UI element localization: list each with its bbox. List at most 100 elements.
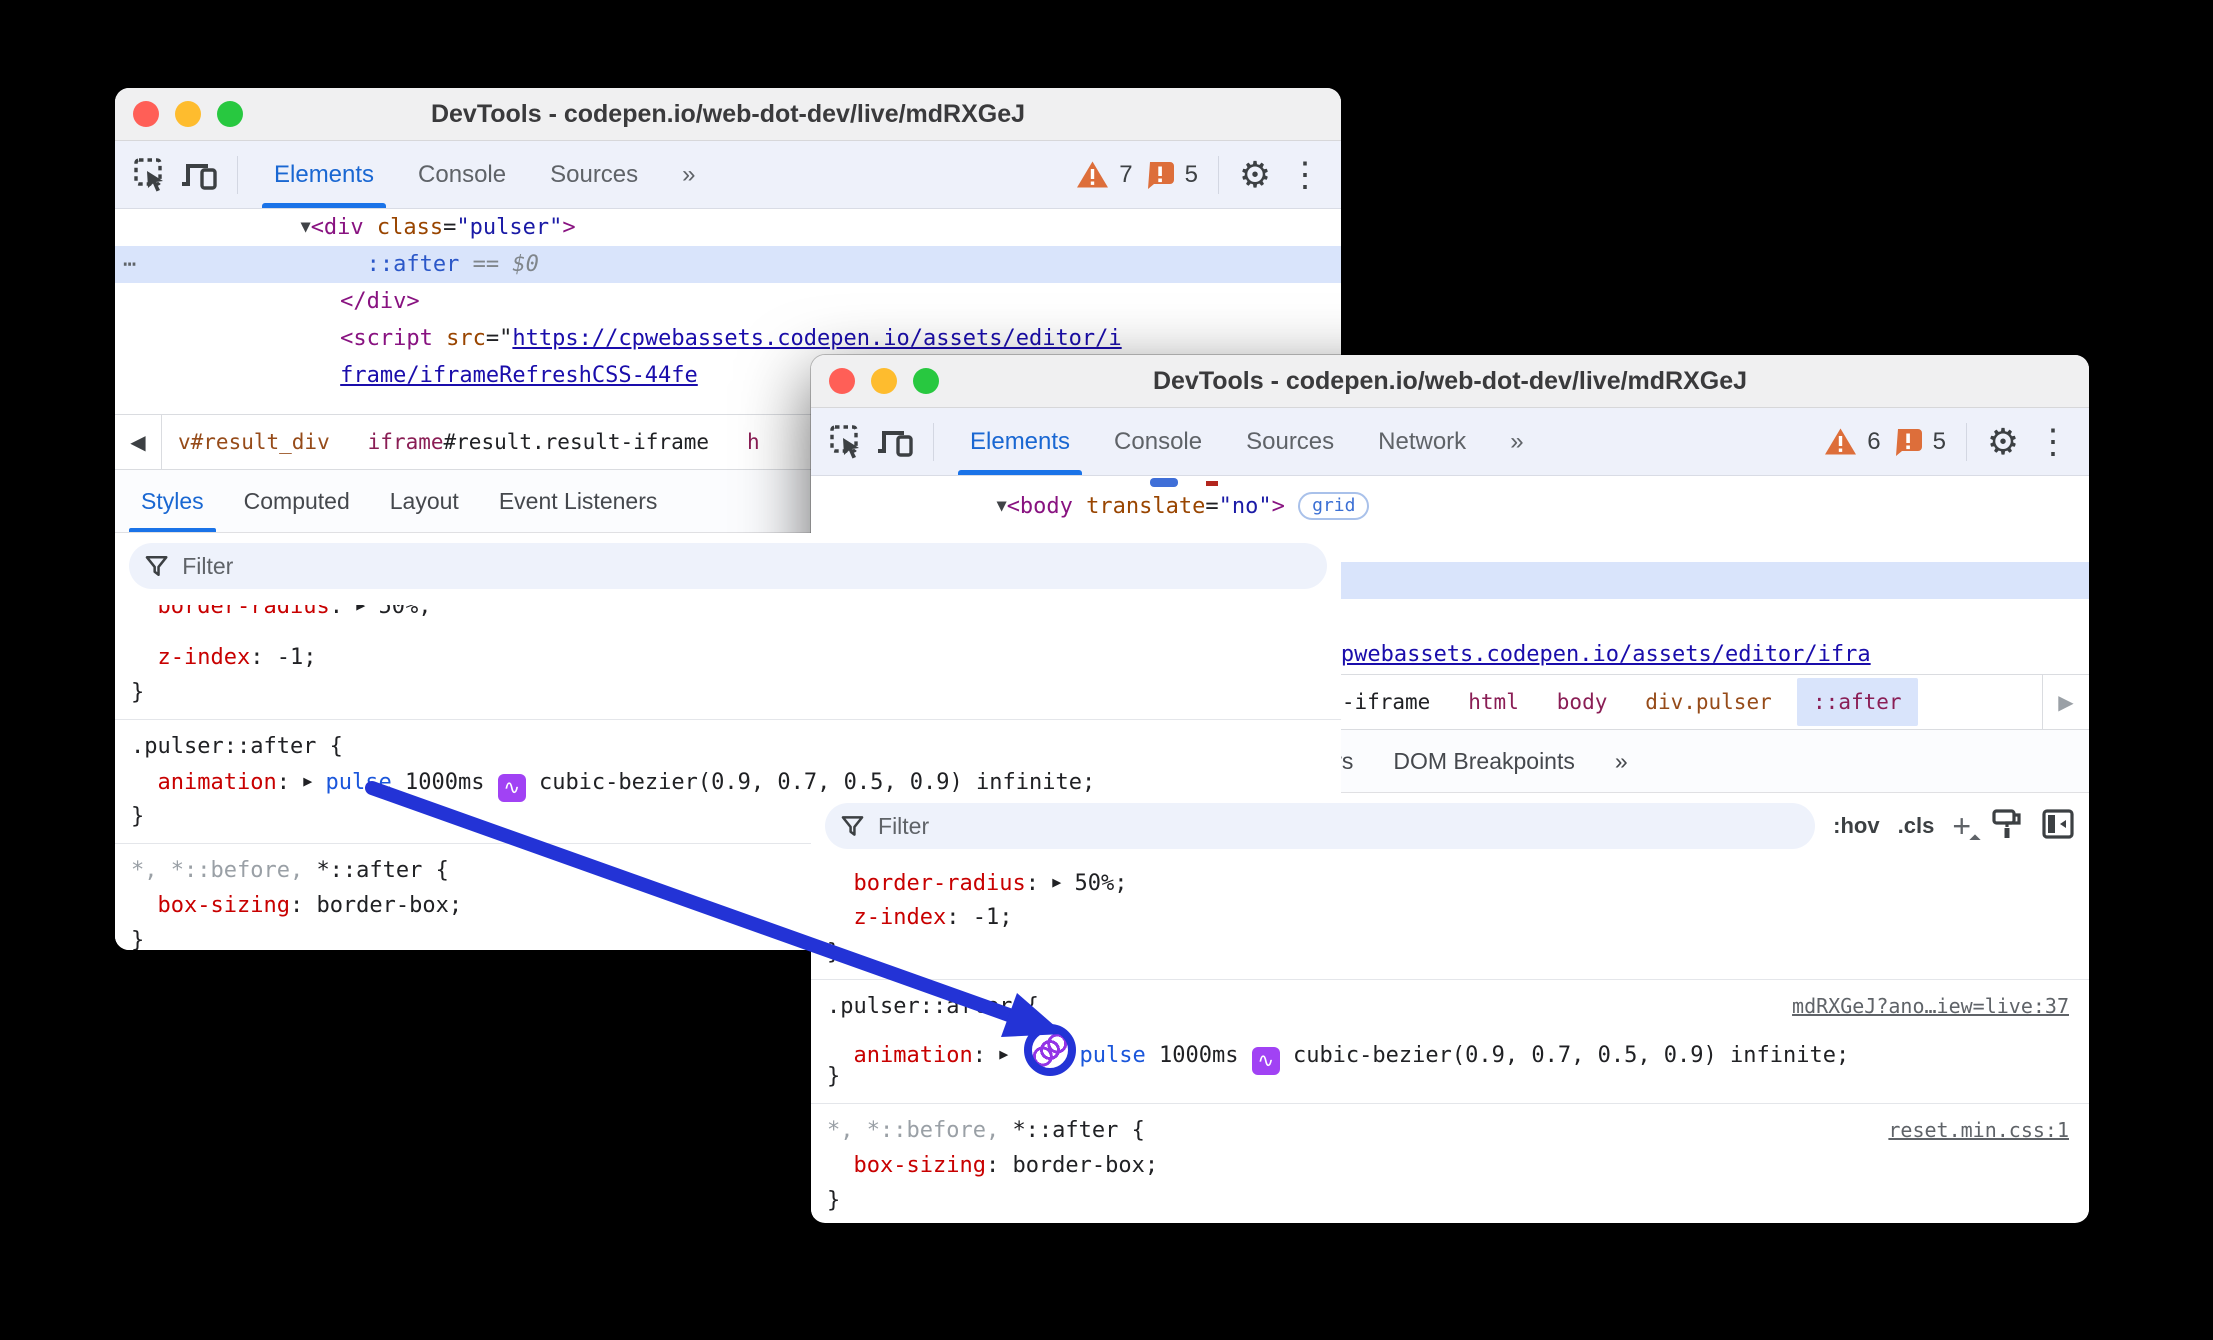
style-line-border-radius[interactable]: border-radius: ▶ 50%; xyxy=(115,605,1341,640)
warnings-badge[interactable]: 7 xyxy=(1076,160,1133,189)
style-line-border-radius[interactable]: border-radius: ▶ 50%; xyxy=(811,865,2089,900)
code-token: 1000ms xyxy=(391,770,498,795)
more-actions-icon[interactable]: ⋯ xyxy=(123,246,138,283)
toolbar-divider xyxy=(1966,422,1967,461)
more-panel-tabs[interactable]: » xyxy=(1595,730,1648,792)
style-line-close[interactable]: } xyxy=(811,1183,2089,1218)
code-token: src xyxy=(446,326,486,351)
tree-row-body[interactable]: ▼<body translate="no"> grid xyxy=(811,488,2089,525)
tab-computed[interactable]: Computed xyxy=(224,470,370,532)
style-line-animation[interactable]: animation: ▶ pulse 1000ms ∿ cubic-bezier… xyxy=(811,1024,2089,1076)
code-token: class xyxy=(376,215,444,240)
code-token: { xyxy=(316,734,343,759)
expand-triangle-icon[interactable]: ▶ xyxy=(356,605,365,614)
warnings-badge[interactable]: 6 xyxy=(1824,427,1881,456)
toolbar-divider xyxy=(1218,155,1219,194)
cubic-bezier-icon[interactable]: ∿ xyxy=(497,774,526,802)
filter-pill[interactable] xyxy=(825,803,1816,849)
tree-row-div-pulser[interactable]: ▼<div class="pulser"> xyxy=(115,209,1341,246)
toolbar-divider xyxy=(237,155,238,194)
code-token[interactable]: pulse xyxy=(326,770,392,795)
inspect-element-icon[interactable] xyxy=(129,153,173,197)
style-line-close[interactable]: } xyxy=(115,675,1341,710)
more-tabs[interactable]: » xyxy=(1488,408,1545,475)
breadcrumb-back-icon[interactable]: ◀ xyxy=(115,415,162,469)
rendering-emulation-icon[interactable] xyxy=(1989,807,2023,846)
issues-badge[interactable]: 5 xyxy=(1893,427,1946,457)
tree-row-after-selected[interactable]: ⋯ ::after == $0 xyxy=(115,246,1341,283)
code-token: translate xyxy=(1086,494,1206,519)
code-token: ▼ xyxy=(996,496,1007,516)
rule-divider xyxy=(811,1103,2089,1104)
inspect-element-icon[interactable] xyxy=(825,420,869,464)
expand-triangle-icon[interactable]: ▶ xyxy=(303,772,312,790)
code-token: =" xyxy=(485,326,513,351)
code-token: > xyxy=(562,215,576,240)
filter-input[interactable] xyxy=(876,811,1800,841)
tab-console[interactable]: Console xyxy=(1092,408,1224,475)
filter-input[interactable] xyxy=(180,551,1311,581)
device-toolbar-icon[interactable] xyxy=(875,420,919,464)
more-tabs[interactable]: » xyxy=(660,141,717,208)
tab-elements[interactable]: Elements xyxy=(948,408,1092,475)
code-token: } xyxy=(131,928,145,950)
code-token: = xyxy=(1205,494,1219,519)
device-toolbar-icon[interactable] xyxy=(179,153,223,197)
code-token[interactable]: https://cpwebassets.codepen.io/assets/ed… xyxy=(512,326,1121,351)
code-token: > xyxy=(1271,494,1285,519)
style-line-close[interactable]: } xyxy=(811,1059,2089,1094)
settings-gear-icon[interactable]: ⚙ xyxy=(1981,420,2025,464)
clipped-text-fragment xyxy=(1206,481,1218,486)
tab-console[interactable]: Console xyxy=(396,141,528,208)
code-token: "pulser" xyxy=(456,215,563,240)
code-token: } xyxy=(131,680,145,705)
style-source-link[interactable]: reset.min.css:1 xyxy=(1888,1113,2069,1148)
new-style-rule-button[interactable]: + xyxy=(1952,810,1981,846)
issues-icon xyxy=(1895,428,1922,456)
window-titlebar[interactable]: DevTools - codepen.io/web-dot-dev/live/m… xyxy=(115,88,1341,141)
grid-badge[interactable]: grid xyxy=(1298,492,1370,520)
tab-elements[interactable]: Elements xyxy=(252,141,396,208)
style-line-close[interactable]: } xyxy=(811,935,2089,970)
tree-row-script[interactable]: <script src="https://cpwebassets.codepen… xyxy=(115,320,1341,357)
expand-triangle-icon[interactable]: ▶ xyxy=(1052,873,1061,891)
toggle-hover-state-button[interactable]: :hov xyxy=(1833,813,1879,839)
style-line-z-index[interactable]: z-index: -1; xyxy=(811,900,2089,935)
breadcrumb-forward-icon[interactable]: ▶ xyxy=(2042,675,2089,729)
tree-row-div-close[interactable]: </div> xyxy=(115,283,1341,320)
more-options-icon[interactable]: ⋮ xyxy=(1283,153,1327,197)
more-options-icon[interactable]: ⋮ xyxy=(2031,420,2075,464)
toggle-class-button[interactable]: .cls xyxy=(1898,813,1935,839)
code-token[interactable]: frame/iframeRefreshCSS-44fe xyxy=(340,363,698,388)
tab-dom-breakpoints[interactable]: DOM Breakpoints xyxy=(1373,730,1595,792)
style-line-z-index[interactable]: z-index: -1; xyxy=(115,640,1341,675)
code-token: == xyxy=(459,252,513,277)
tab-styles[interactable]: Styles xyxy=(121,470,224,532)
rule-divider xyxy=(811,979,2089,980)
code-token: *, *::before, xyxy=(131,858,317,883)
window-titlebar[interactable]: DevTools - codepen.io/web-dot-dev/live/m… xyxy=(811,355,2089,408)
code-token: : xyxy=(276,770,304,795)
tab-layout[interactable]: Layout xyxy=(370,470,479,532)
code-token: border-radius xyxy=(853,871,1026,896)
issues-badge[interactable]: 5 xyxy=(1145,160,1198,190)
issues-icon xyxy=(1147,161,1174,189)
style-rule-universal[interactable]: *, *::before, *::after {reset.min.css:1 xyxy=(811,1113,2089,1148)
tab-sources[interactable]: Sources xyxy=(1224,408,1356,475)
tab-sources[interactable]: Sources xyxy=(528,141,660,208)
style-rule-pulser-after[interactable]: .pulser::after { xyxy=(115,729,1341,764)
style-line-box-sizing[interactable]: box-sizing: border-box; xyxy=(811,1148,2089,1183)
style-source-link[interactable]: mdRXGeJ?ano…iew=live:37 xyxy=(1792,989,2069,1024)
filter-pill[interactable] xyxy=(129,543,1327,589)
code-token: *::after xyxy=(1012,1118,1119,1143)
tab-network[interactable]: Network xyxy=(1356,408,1488,475)
style-rule-pulser-after[interactable]: .pulser::after {mdRXGeJ?ano…iew=live:37 xyxy=(811,989,2089,1024)
tab-event-listeners[interactable]: Event Listeners xyxy=(479,470,678,532)
code-token: .pulser::after xyxy=(827,994,1013,1019)
toggle-sidebar-icon[interactable] xyxy=(2041,807,2075,846)
settings-gear-icon[interactable]: ⚙ xyxy=(1233,153,1277,197)
